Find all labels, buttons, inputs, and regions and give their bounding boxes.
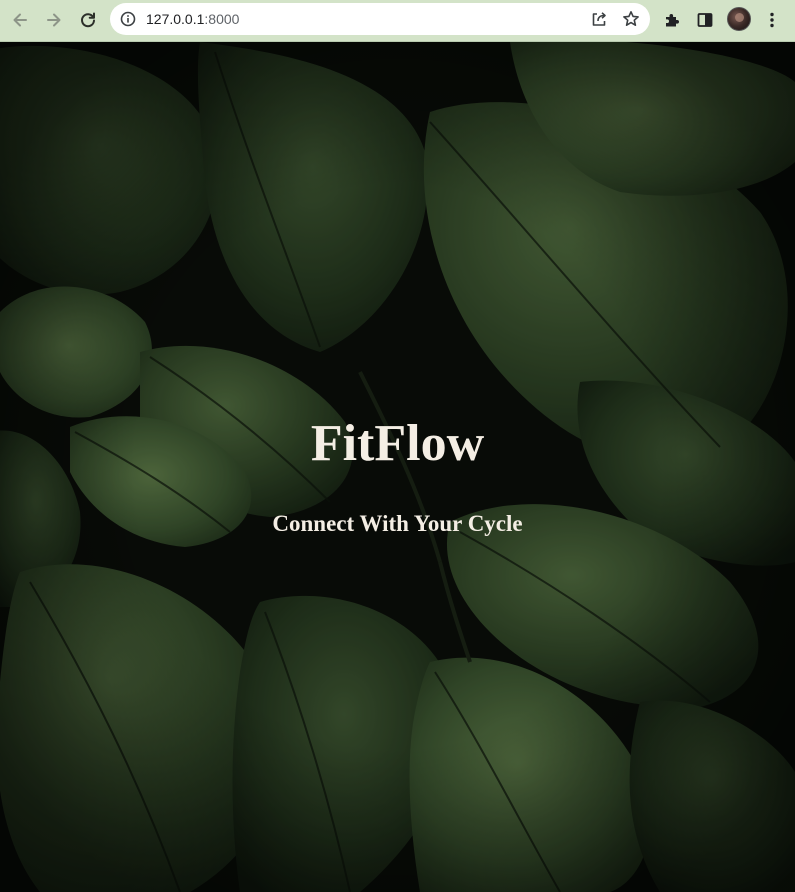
kebab-menu-icon xyxy=(770,12,774,28)
side-panel-icon xyxy=(697,13,713,27)
browser-menu-button[interactable] xyxy=(758,6,786,34)
side-panel-button[interactable] xyxy=(691,6,719,34)
page-subtitle: Connect With Your Cycle xyxy=(272,511,523,536)
page-title: FitFlow xyxy=(310,415,485,472)
arrow-left-icon xyxy=(13,13,27,27)
address-bar[interactable]: 127.0.0.1:8000 xyxy=(110,3,650,35)
profile-avatar[interactable] xyxy=(727,7,751,31)
share-icon[interactable] xyxy=(590,10,608,28)
star-icon[interactable] xyxy=(622,10,640,28)
extensions-button[interactable] xyxy=(658,6,686,34)
hero-section: FitFlow Connect With Your Cycle xyxy=(0,42,795,892)
reload-icon xyxy=(81,12,95,28)
arrow-right-icon xyxy=(47,13,61,27)
url-text[interactable]: 127.0.0.1:8000 xyxy=(146,11,239,27)
reload-button[interactable] xyxy=(74,6,102,34)
forward-button[interactable] xyxy=(40,6,68,34)
browser-toolbar: 127.0.0.1:8000 xyxy=(0,0,795,42)
info-icon[interactable] xyxy=(120,11,136,27)
back-button[interactable] xyxy=(6,6,34,34)
url-port: :8000 xyxy=(204,11,240,27)
puzzle-icon xyxy=(666,14,679,27)
url-host: 127.0.0.1 xyxy=(146,11,205,27)
